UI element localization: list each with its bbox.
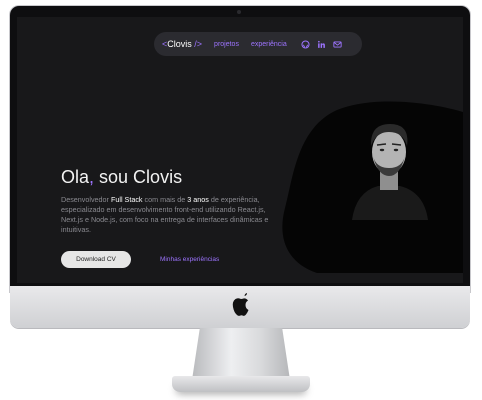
logo-name: Clovis [167,39,192,49]
desc-highlight-years: 3 anos [187,195,209,204]
hero-name: sou Clovis [94,167,183,187]
nav-link-projetos[interactable]: projetos [214,41,239,48]
github-icon[interactable] [301,39,310,49]
desc-text-2: com mais de [142,195,188,204]
navbar: <Clovis /> projetos experiência [154,32,362,56]
camera-dot [237,10,241,14]
hero-title: Ola, sou Clovis [61,167,182,188]
download-cv-button[interactable]: Download CV [61,251,131,268]
social-icons [301,39,342,49]
linkedin-icon[interactable] [317,40,326,49]
monitor-stand-base [172,376,310,392]
apple-logo-icon [232,293,249,316]
nav-link-experiencia[interactable]: experiência [251,41,287,48]
mail-icon[interactable] [333,40,342,49]
monitor-stand [192,328,290,380]
imac-mockup: <Clovis /> projetos experiência Ola, sou… [0,0,482,400]
profile-photo [352,124,428,220]
hero-description: Desenvolvedor Full Stack com mais de 3 a… [61,195,271,235]
desc-text-1: Desenvolvedor [61,195,111,204]
logo-close-tag: /> [191,39,203,49]
desc-highlight-role: Full Stack [110,195,143,204]
experiences-link[interactable]: Minhas experiências [160,256,219,263]
logo-link[interactable]: <Clovis /> [162,39,202,49]
hero-greeting: Ola [61,167,90,187]
